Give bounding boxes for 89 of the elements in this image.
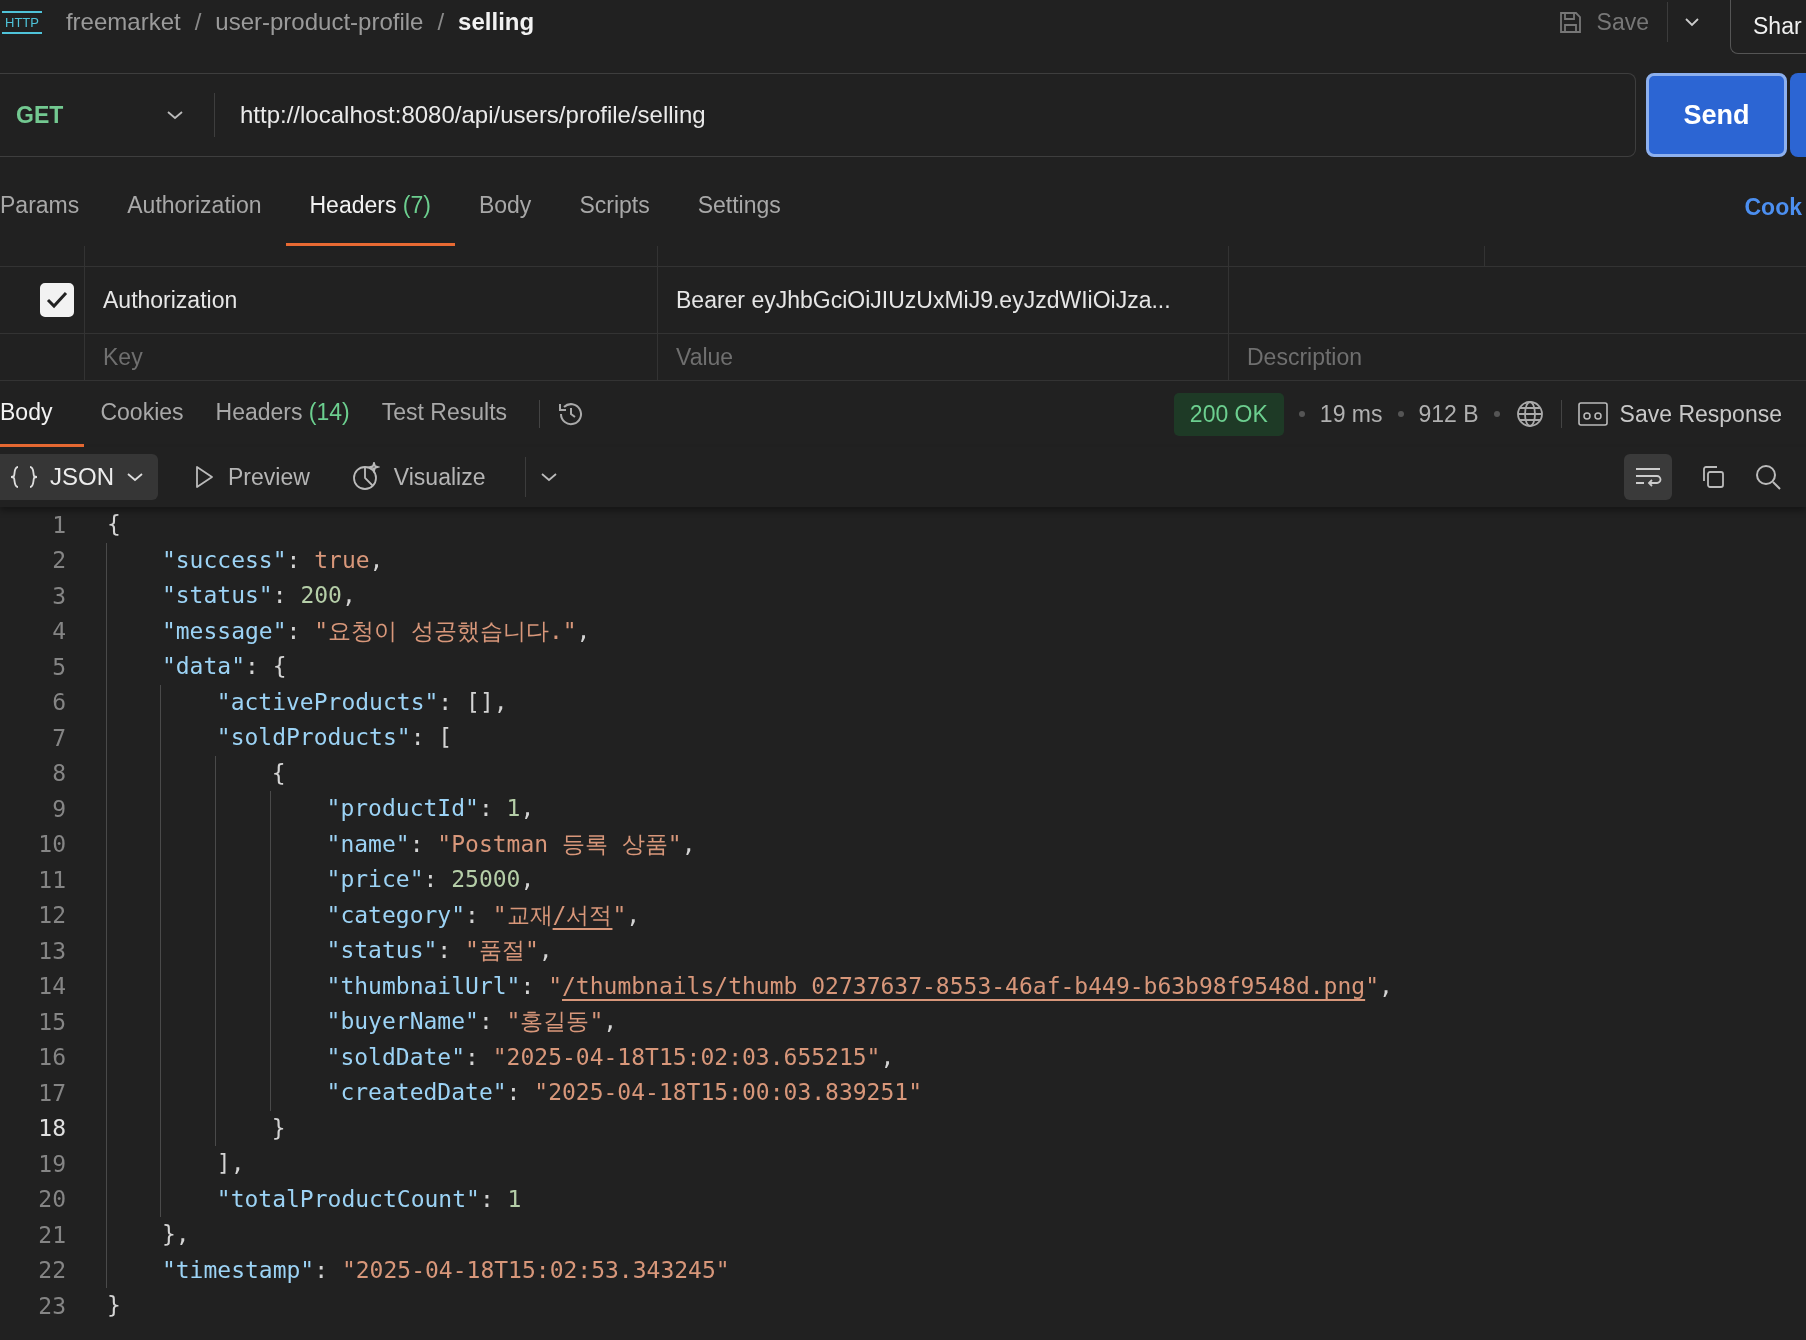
line-number: 22 xyxy=(37,1257,66,1284)
tab[interactable]: Authorization xyxy=(103,168,286,246)
line-number: 15 xyxy=(37,1008,66,1035)
line-number: 10 xyxy=(37,831,66,858)
breadcrumb-separator: / xyxy=(194,8,202,36)
caret-icon xyxy=(126,472,144,482)
code-line: "price": 25000, xyxy=(107,862,535,898)
line-number: 7 xyxy=(51,724,66,751)
response-size: 912 B xyxy=(1418,400,1479,428)
tab[interactable]: Cookies xyxy=(84,381,200,447)
code-line: "timestamp": "2025-04-18T15:02:53.343245" xyxy=(107,1252,730,1288)
tab[interactable]: Settings xyxy=(673,168,805,246)
checkmark-icon xyxy=(46,291,68,309)
line-number: 5 xyxy=(51,653,66,680)
url-field[interactable]: http://localhost:8080/api/users/profile/selling xyxy=(215,101,706,129)
line-number: 12 xyxy=(37,902,66,929)
code-line: { xyxy=(107,755,286,791)
save-icon xyxy=(1557,9,1583,35)
code-line: "name": "Postman 등록 상품", xyxy=(107,826,696,862)
code-line: } xyxy=(107,1291,121,1320)
line-number: 2 xyxy=(51,547,66,574)
code-line: { xyxy=(107,510,121,539)
code-line: "status": "품절", xyxy=(107,933,553,969)
line-number: 17 xyxy=(37,1079,66,1106)
line-number: 3 xyxy=(51,582,66,609)
code-line: "buyerName": "홍길동", xyxy=(107,1004,618,1040)
line-number: 23 xyxy=(37,1292,66,1319)
method-dropdown[interactable]: GET xyxy=(0,93,215,137)
code-line: "status": 200, xyxy=(107,578,356,614)
wrap-icon xyxy=(1634,465,1662,489)
line-number: 8 xyxy=(51,760,66,787)
cookies-link[interactable]: Cook xyxy=(1744,193,1802,221)
caret-icon[interactable] xyxy=(1684,17,1700,27)
table-cell: Authorization xyxy=(103,286,238,314)
play-icon xyxy=(194,465,214,489)
preview-button[interactable]: Preview xyxy=(194,463,310,491)
line-number: 6 xyxy=(51,689,66,716)
code-line: } xyxy=(107,1110,286,1146)
braces-icon xyxy=(10,465,38,489)
send-button[interactable]: Send xyxy=(1646,73,1787,157)
breadcrumb-separator: / xyxy=(437,8,445,36)
line-number: 19 xyxy=(37,1150,66,1177)
caret-icon xyxy=(166,110,184,120)
code-line: "data": { xyxy=(107,649,287,685)
tab[interactable]: Headers (14) xyxy=(199,381,366,447)
share-button[interactable]: Shar xyxy=(1730,0,1806,54)
wrap-lines-button[interactable] xyxy=(1624,454,1672,500)
code-line: "message": "요청이 성공했습니다.", xyxy=(107,613,591,649)
caret-icon[interactable] xyxy=(540,472,559,482)
line-number: 13 xyxy=(37,937,66,964)
globe-icon[interactable] xyxy=(1514,399,1545,429)
line-number: 14 xyxy=(37,973,66,1000)
line-number: 4 xyxy=(51,618,66,645)
copy-icon[interactable] xyxy=(1700,464,1726,490)
line-number: 16 xyxy=(37,1044,66,1071)
line-number: 20 xyxy=(37,1186,66,1213)
breadcrumb-item[interactable]: selling xyxy=(458,8,535,36)
tab[interactable]: Body xyxy=(454,168,556,246)
code-line: "soldProducts": [ xyxy=(107,720,453,756)
save-response-button[interactable]: Save Response xyxy=(1577,400,1782,428)
status-badge: 200 OK xyxy=(1173,392,1284,436)
code-line: "category": "교재/서적", xyxy=(107,897,641,933)
code-line: "createdDate": "2025-04-18T15:00:03.839251" xyxy=(107,1075,922,1111)
tab[interactable]: Headers (7) xyxy=(285,168,455,246)
line-number: 1 xyxy=(51,511,66,538)
tab[interactable]: Params xyxy=(0,168,104,246)
format-dropdown[interactable]: JSON xyxy=(0,454,158,500)
table-cell: Bearer eyJhbGciOiJIUzUxMiJ9.eyJzdWIiOiJza... xyxy=(676,286,1171,314)
code-line: "totalProductCount": 1 xyxy=(107,1181,522,1217)
code-line: "thumbnailUrl": "/thumbnails/thumb_02737637-8553-46af-b449-b63b98f9548d.png", xyxy=(107,968,1393,1004)
code-line: ], xyxy=(107,1146,245,1182)
line-number: 9 xyxy=(51,795,66,822)
line-number: 18 xyxy=(37,1115,66,1142)
visualize-button[interactable]: Visualize xyxy=(349,462,486,492)
tab[interactable]: Scripts xyxy=(555,168,674,246)
checkbox[interactable] xyxy=(40,283,74,317)
code-line: }, xyxy=(107,1217,190,1253)
tab[interactable]: Test Results xyxy=(365,381,524,447)
response-time: 19 ms xyxy=(1319,400,1383,428)
line-number: 11 xyxy=(37,866,66,893)
breadcrumb-item[interactable]: user-product-profile xyxy=(215,8,424,36)
code-line: "activeProducts": [], xyxy=(107,684,508,720)
search-icon[interactable] xyxy=(1754,463,1782,491)
code-line: "productId": 1, xyxy=(107,791,535,827)
breadcrumb-item[interactable]: freemarket xyxy=(65,8,181,36)
line-number: 21 xyxy=(37,1221,66,1248)
code-line: "soldDate": "2025-04-18T15:02:03.655215", xyxy=(107,1039,895,1075)
code-line: "success": true, xyxy=(107,542,384,578)
request-type-badge: HTTP xyxy=(2,10,42,34)
